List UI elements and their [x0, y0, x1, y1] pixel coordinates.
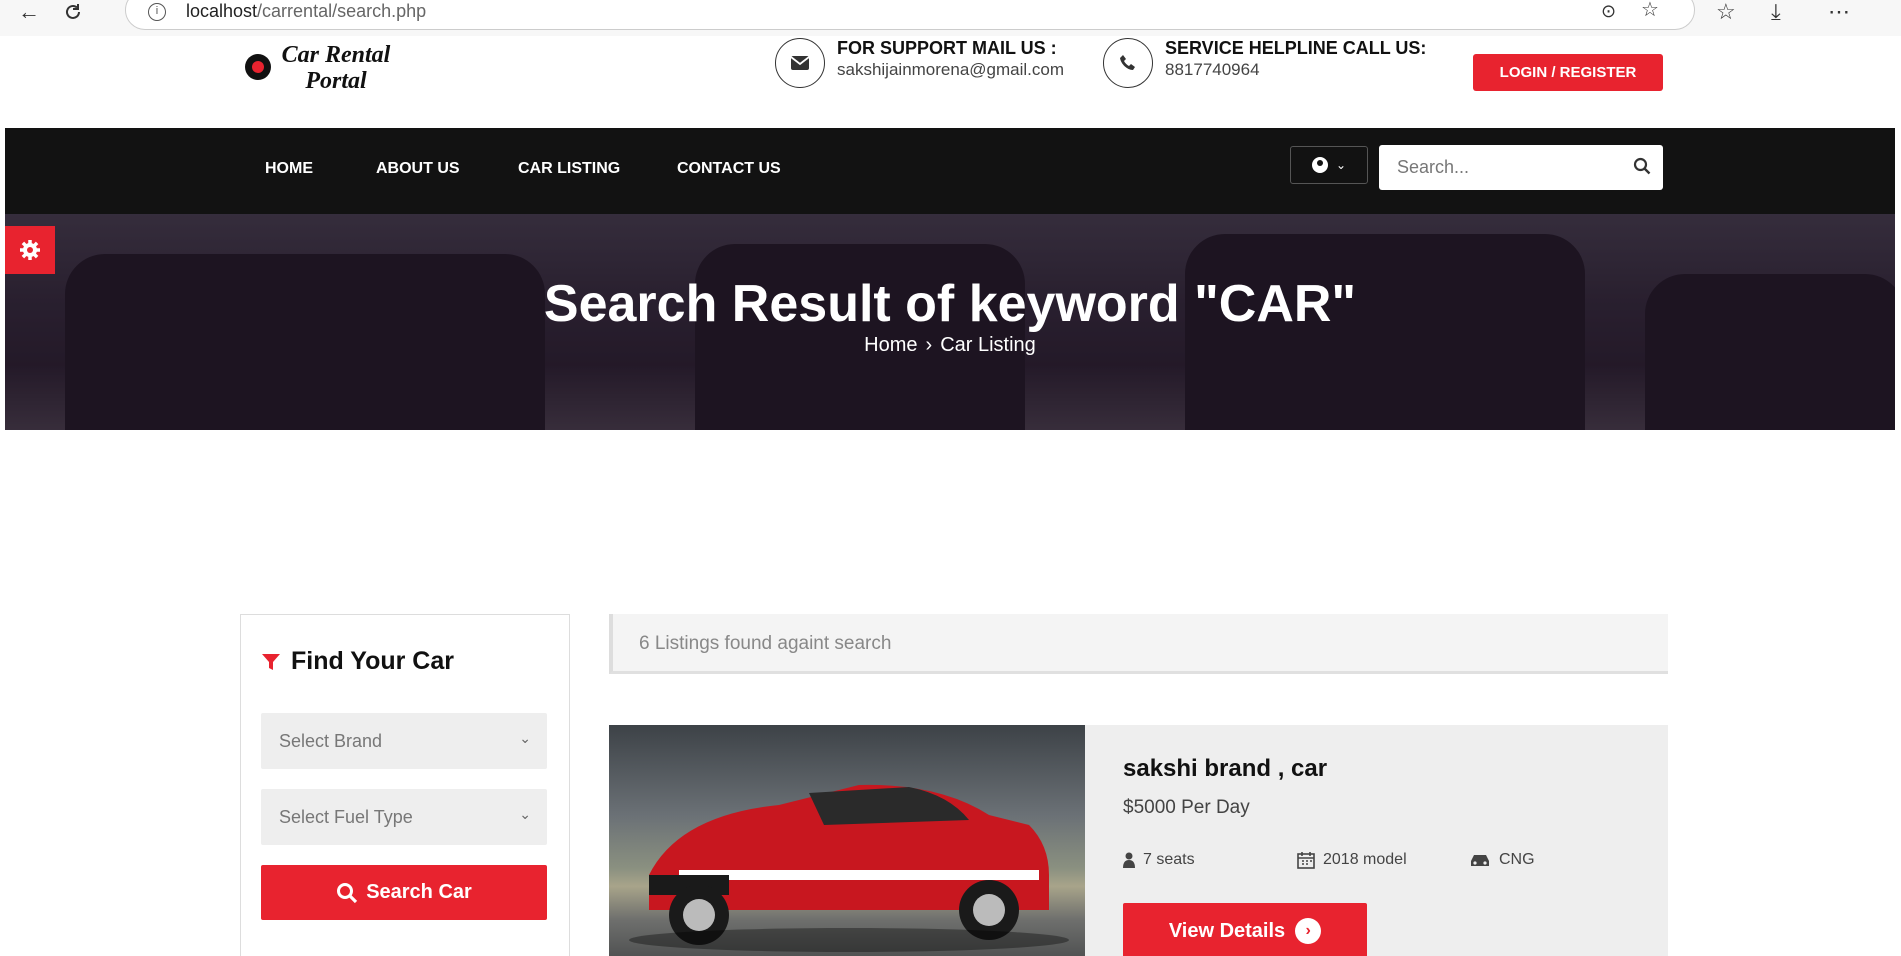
mail-icon — [775, 38, 825, 88]
logo-line-2: Portal — [305, 68, 367, 94]
hero-title: Search Result of keyword "CAR" — [543, 275, 1357, 333]
brand-select[interactable]: Select Brand ⌄ — [261, 713, 547, 769]
support-title: FOR SUPPORT MAIL US : — [837, 38, 1057, 58]
info-icon[interactable]: i — [148, 3, 166, 21]
spec-model: 2018 model — [1297, 851, 1407, 869]
helpline-title: SERVICE HELPLINE CALL US: — [1165, 38, 1427, 58]
search-car-button[interactable]: Search Car — [261, 865, 547, 920]
more-options-icon[interactable]: ⋯ — [1828, 0, 1850, 24]
chevron-down-icon: ⌄ — [519, 806, 531, 822]
results-count-bar: 6 Listings found againt search — [609, 614, 1668, 674]
user-icon — [1123, 852, 1135, 868]
download-icon[interactable]: ⤓ — [1771, 0, 1781, 24]
calendar-icon — [1297, 852, 1315, 869]
user-circle-icon — [1311, 157, 1328, 173]
nav-search-input[interactable]: Search... — [1379, 145, 1663, 190]
listing-card: sakshi brand , car $5000 Per Day 7 seats… — [609, 725, 1668, 956]
support-email: sakshijainmorena@gmail.com — [837, 60, 1065, 79]
spec-fuel: CNG — [1469, 851, 1535, 869]
results-count-text: 6 Listings found againt search — [639, 633, 892, 654]
breadcrumb-home[interactable]: Home — [864, 334, 917, 356]
listing-price: $5000 Per Day — [1123, 797, 1250, 818]
sidebar-title: Find Your Car — [291, 647, 454, 675]
listing-name[interactable]: sakshi brand , car — [1123, 755, 1327, 783]
view-details-button[interactable]: View Details › — [1123, 903, 1367, 956]
nav-about-us[interactable]: ABOUT US — [376, 160, 460, 178]
car-icon — [1471, 855, 1489, 866]
helpline-phone: 8817740964 — [1165, 60, 1260, 79]
logo-line-1: Car Rental — [281, 42, 391, 68]
user-dropdown[interactable]: ⌄ — [1290, 146, 1368, 184]
chevron-down-icon: ⌄ — [519, 730, 531, 746]
phone-icon — [1103, 38, 1153, 88]
breadcrumb-current: Car Listing — [940, 334, 1036, 356]
fuel-type-select[interactable]: Select Fuel Type ⌄ — [261, 789, 547, 845]
gear-icon — [20, 240, 40, 260]
breadcrumb: Home › Car Listing — [5, 334, 1895, 357]
find-car-sidebar: Find Your Car Select Brand ⌄ Select Fuel… — [240, 614, 570, 956]
nav-contact-us[interactable]: CONTACT US — [677, 160, 781, 178]
browser-toolbar: ← i localhost/carrental/search.php ⊙ ☆ ☆… — [0, 0, 1901, 36]
reader-icon[interactable]: ⊙ — [1601, 0, 1616, 23]
search-icon — [337, 882, 358, 903]
url-text: localhost/carrental/search.php — [186, 1, 427, 21]
favorite-star-icon[interactable]: ☆ — [1641, 0, 1659, 22]
settings-gear-button[interactable] — [5, 226, 55, 274]
spec-seats: 7 seats — [1123, 851, 1195, 869]
page: Car Rental Portal FOR SUPPORT MAIL US : … — [5, 36, 1895, 956]
reload-icon[interactable] — [58, 0, 88, 26]
back-arrow-icon[interactable]: ← — [14, 0, 44, 26]
chevron-right-icon: › — [925, 334, 933, 356]
chevron-right-icon: › — [1295, 918, 1322, 944]
search-placeholder: Search... — [1397, 157, 1470, 177]
hero-banner: Search Result of keyword "CAR" Home › Car … — [5, 214, 1895, 430]
logo-badge-icon — [245, 54, 271, 80]
login-register-button[interactable]: LOGIN / REGISTER — [1473, 54, 1663, 91]
chevron-down-icon: ⌄ — [1335, 158, 1347, 172]
address-bar[interactable]: i localhost/carrental/search.php ⊙ ☆ — [125, 0, 1695, 30]
main-navbar: HOME ABOUT US CAR LISTING CONTACT US ⌄ S… — [5, 128, 1895, 214]
filter-icon — [262, 653, 280, 670]
search-icon[interactable] — [1633, 157, 1651, 180]
car-image[interactable] — [609, 725, 1085, 956]
nav-car-listing[interactable]: CAR LISTING — [518, 160, 620, 178]
nav-home[interactable]: HOME — [265, 160, 313, 178]
favorites-list-icon[interactable]: ☆ — [1716, 0, 1736, 24]
site-logo[interactable]: Car Rental Portal — [245, 40, 405, 94]
